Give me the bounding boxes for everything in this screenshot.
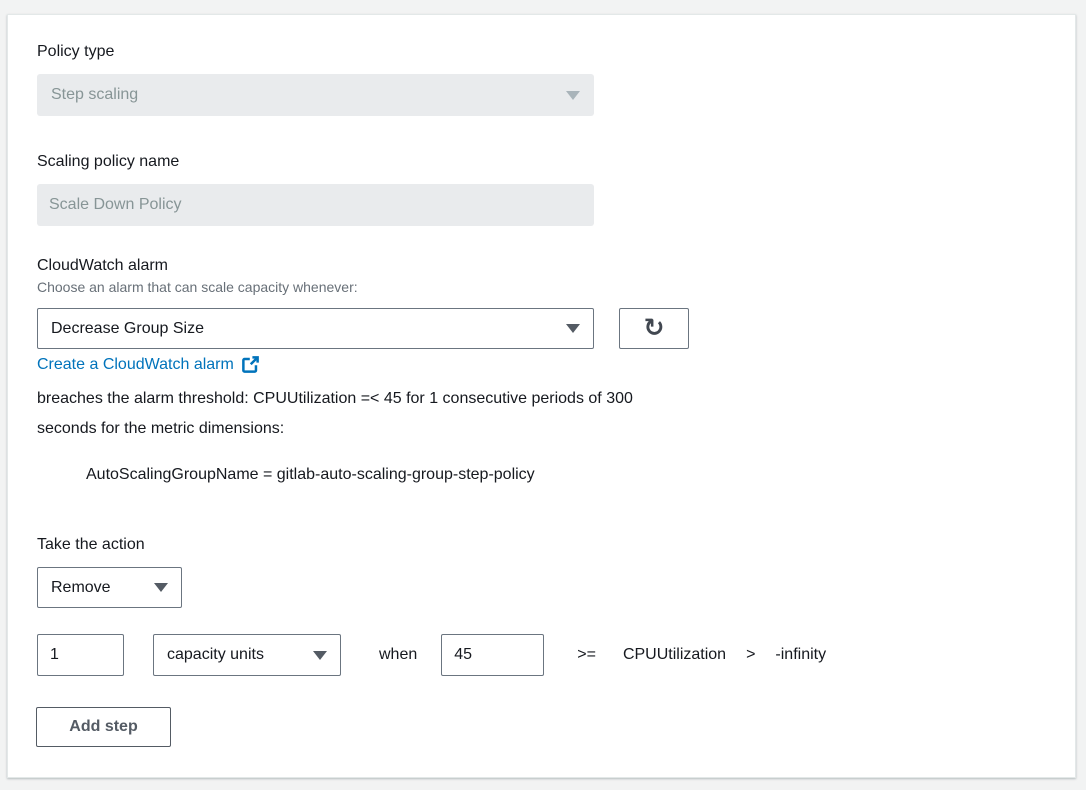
policy-type-label: Policy type [37, 42, 114, 62]
action-type-select[interactable]: Remove [37, 567, 182, 608]
scaling-policy-panel: Policy type Step scaling Scaling policy … [7, 14, 1076, 778]
refresh-alarms-button[interactable]: ↻ [619, 308, 689, 349]
when-label: when [379, 646, 417, 664]
caret-down-icon [313, 651, 327, 660]
alarm-breach-line-1: breaches the alarm threshold: CPUUtiliza… [37, 384, 817, 414]
add-step-button[interactable]: Add step [36, 707, 171, 747]
upper-operator-label: >= [577, 646, 596, 664]
take-action-label: Take the action [37, 535, 145, 555]
external-link-icon [241, 355, 260, 374]
step-threshold-input[interactable] [441, 634, 544, 676]
alarm-breach-line-2: seconds for the metric dimensions: [37, 414, 817, 444]
cloudwatch-alarm-label: CloudWatch alarm [37, 256, 168, 276]
policy-type-select: Step scaling [37, 74, 594, 116]
caret-down-icon [566, 324, 580, 333]
policy-name-input [37, 184, 594, 226]
caret-down-icon [154, 583, 168, 592]
lower-operator-label: > [746, 646, 755, 664]
step-unit-select[interactable]: capacity units [153, 634, 341, 676]
alarm-breach-description: breaches the alarm threshold: CPUUtiliza… [37, 384, 817, 444]
step-adjustment-row: capacity units when >= CPUUtilization > … [37, 634, 826, 676]
step-amount-input[interactable] [37, 634, 124, 676]
alarm-metric-dimension: AutoScalingGroupName = gitlab-auto-scali… [86, 460, 535, 490]
policy-name-label: Scaling policy name [37, 152, 179, 172]
cloudwatch-alarm-select[interactable]: Decrease Group Size [37, 308, 594, 349]
cloudwatch-alarm-description: Choose an alarm that can scale capacity … [37, 278, 358, 296]
step-unit-selected-value: capacity units [167, 646, 313, 664]
refresh-icon: ↻ [644, 315, 665, 340]
create-cloudwatch-alarm-link[interactable]: Create a CloudWatch alarm [37, 355, 260, 374]
metric-name-label: CPUUtilization [623, 646, 726, 664]
cloudwatch-alarm-selected-value: Decrease Group Size [51, 320, 566, 338]
action-type-selected-value: Remove [51, 579, 154, 597]
create-cloudwatch-alarm-link-text[interactable]: Create a CloudWatch alarm [37, 356, 234, 374]
caret-down-icon [566, 91, 580, 100]
policy-type-value: Step scaling [51, 86, 566, 104]
lower-bound-label: -infinity [775, 646, 826, 664]
